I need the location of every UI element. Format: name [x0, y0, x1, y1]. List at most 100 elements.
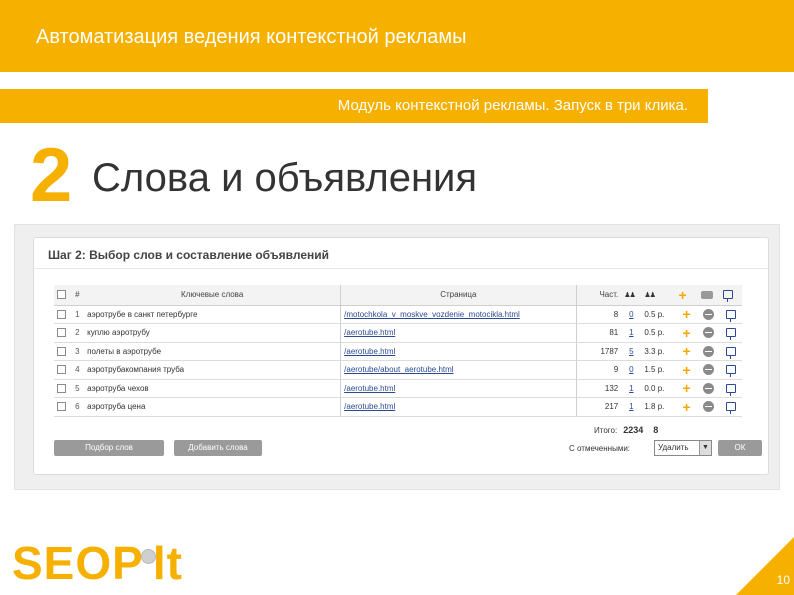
seopult-logo: SEOP lt	[12, 537, 183, 589]
row-keyword: аэротруба чехов	[84, 379, 341, 398]
price-people-icon[interactable]: ♟♟	[644, 292, 656, 299]
row-number: 4	[72, 360, 85, 380]
step-number: 2	[30, 133, 73, 218]
add-words-button[interactable]: Добавить слова	[174, 440, 262, 456]
ad-sign-icon[interactable]	[725, 365, 736, 378]
row-page-link[interactable]: /aerotube.html	[344, 328, 395, 337]
table-row: 6 аэротруба цена /aerotube.html 217 1 1.…	[54, 397, 742, 417]
printer-icon[interactable]	[700, 291, 713, 300]
minus-icon[interactable]	[703, 382, 715, 394]
clicks-people-icon[interactable]: ♟♟	[624, 292, 636, 299]
col-num: #	[72, 285, 85, 306]
col-keywords[interactable]: Ключевые слова	[84, 285, 341, 306]
total-row: Итого: 2234 8	[594, 425, 658, 435]
row-clicks[interactable]: 5	[621, 342, 642, 361]
plus-icon[interactable]: +	[683, 325, 691, 341]
row-number: 6	[72, 397, 85, 417]
row-number: 2	[72, 323, 85, 343]
subtitle-bar: Модуль контекстной рекламы. Запуск в три…	[0, 89, 708, 123]
screenshot-frame: Шаг 2: Выбор слов и составление объявлен…	[14, 224, 780, 490]
row-checkbox[interactable]	[57, 346, 66, 356]
header-bar: Автоматизация ведения контекстной реклам…	[0, 0, 794, 72]
select-all-checkbox[interactable]	[57, 290, 66, 300]
row-page-link[interactable]: /aerotube.html	[344, 402, 395, 411]
row-freq: 1787	[575, 342, 622, 361]
chevron-down-icon[interactable]: ▼	[699, 441, 711, 455]
minus-icon[interactable]	[703, 345, 715, 357]
row-checkbox[interactable]	[57, 383, 66, 393]
row-freq: 132	[575, 379, 622, 398]
table-row: 2 куплю аэротрубу /aerotube.html 81 1 0.…	[54, 323, 742, 343]
plus-icon[interactable]: +	[683, 362, 691, 378]
table-row: 4 аэротрубакомпания труба /aerotube/abou…	[54, 360, 742, 380]
module-subtitle: Модуль контекстной рекламы. Запуск в три…	[337, 97, 688, 114]
plus-icon[interactable]: +	[683, 343, 691, 359]
row-keyword: аэротрубе в санкт петербурге	[84, 305, 341, 324]
keywords-panel: Шаг 2: Выбор слов и составление объявлен…	[33, 237, 769, 475]
row-clicks[interactable]: 1	[621, 323, 642, 343]
row-page-link[interactable]: /aerotube/about_aerotube.html	[344, 365, 453, 374]
row-checkbox[interactable]	[57, 365, 66, 375]
row-freq: 9	[575, 360, 622, 380]
heading-divider	[34, 268, 768, 269]
panel-heading: Шаг 2: Выбор слов и составление объявлен…	[48, 248, 330, 262]
bulk-action-select[interactable]: Удалить ▼	[654, 440, 712, 456]
row-page-link[interactable]: /motochkola_v_moskve_vozdenie_motocikla.…	[344, 310, 520, 319]
page-title: Автоматизация ведения контекстной реклам…	[36, 26, 467, 48]
row-keyword: аэротруба цена	[84, 397, 341, 417]
ball-icon	[140, 549, 156, 565]
ad-sign-icon[interactable]	[725, 402, 736, 415]
row-price: 3.3 р.	[641, 342, 676, 361]
row-number: 5	[72, 379, 85, 398]
row-keyword: полеты в аэротрубе	[84, 342, 341, 361]
table-header-row: # Ключевые слова Страница Част. ♟♟ ♟♟ +	[54, 285, 742, 306]
plus-icon[interactable]: +	[683, 399, 691, 415]
plus-icon[interactable]: +	[683, 380, 691, 396]
minus-icon[interactable]	[703, 401, 715, 413]
row-freq: 81	[575, 323, 622, 343]
row-price: 1.8 р.	[641, 397, 676, 417]
minus-icon[interactable]	[703, 364, 715, 376]
table-row: 3 полеты в аэротрубе /aerotube.html 1787…	[54, 342, 742, 361]
page-number: 10	[776, 573, 790, 587]
minus-icon[interactable]	[703, 308, 715, 320]
table-row: 5 аэротруба чехов /aerotube.html 132 1 0…	[54, 379, 742, 398]
row-clicks[interactable]: 1	[621, 397, 642, 417]
row-keyword: куплю аэротрубу	[84, 323, 341, 343]
total-label: Итого:	[594, 426, 618, 435]
ok-button[interactable]: ОК	[718, 440, 762, 456]
ad-sign-icon[interactable]	[722, 290, 733, 303]
step-title: Слова и объявления	[92, 156, 478, 200]
row-number: 1	[72, 305, 85, 324]
col-freq[interactable]: Част.	[575, 285, 622, 306]
pick-words-button[interactable]: Подбор слов	[54, 440, 164, 456]
row-freq: 8	[575, 305, 622, 324]
row-checkbox[interactable]	[57, 402, 66, 412]
ad-sign-icon[interactable]	[725, 346, 736, 359]
minus-icon[interactable]	[703, 327, 715, 339]
table-row: 1 аэротрубе в санкт петербурге /motochko…	[54, 305, 742, 324]
keywords-table: # Ключевые слова Страница Част. ♟♟ ♟♟ + …	[54, 285, 742, 417]
row-freq: 217	[575, 397, 622, 417]
ad-sign-icon[interactable]	[725, 328, 736, 341]
row-page-link[interactable]: /aerotube.html	[344, 384, 395, 393]
row-checkbox[interactable]	[57, 328, 66, 338]
row-price: 0.5 р.	[641, 323, 676, 343]
row-clicks[interactable]: 0	[621, 360, 642, 380]
selected-action-label: С отмеченными:	[569, 444, 631, 453]
row-keyword: аэротрубакомпания труба	[84, 360, 341, 380]
total-value: 2234	[623, 425, 644, 435]
add-all-plus-icon[interactable]: +	[679, 287, 687, 303]
row-page-link[interactable]: /aerotube.html	[344, 347, 395, 356]
row-price: 0.0 р.	[641, 379, 676, 398]
row-clicks[interactable]: 1	[621, 379, 642, 398]
row-price: 1.5 р.	[641, 360, 676, 380]
row-price: 0.5 р.	[641, 305, 676, 324]
row-clicks[interactable]: 0	[621, 305, 642, 324]
row-checkbox[interactable]	[57, 309, 66, 319]
col-page[interactable]: Страница	[340, 285, 576, 306]
total-count: 8	[653, 425, 659, 435]
ad-sign-icon[interactable]	[725, 383, 736, 396]
ad-sign-icon[interactable]	[725, 309, 736, 322]
plus-icon[interactable]: +	[683, 306, 691, 322]
